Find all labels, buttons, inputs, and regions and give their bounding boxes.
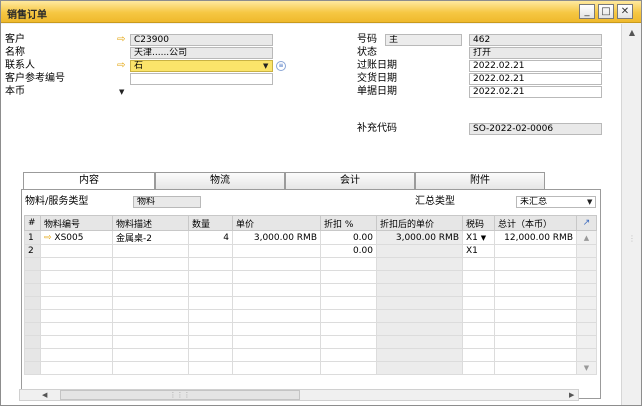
currency-dropdown-icon[interactable]: ▼ xyxy=(119,88,124,96)
col-header-total[interactable]: 总计（本币） xyxy=(494,215,577,231)
table-row-empty[interactable] xyxy=(24,335,597,349)
supplementary-code-label: 补充代码 xyxy=(357,123,397,134)
scroll-up-icon[interactable]: ▲ xyxy=(626,28,638,38)
delivery-date-field[interactable]: 2022.02.21 xyxy=(469,73,602,85)
qty-cell[interactable]: 4 xyxy=(188,230,233,245)
tax-cell[interactable]: X1 xyxy=(462,244,495,258)
price-after-cell[interactable] xyxy=(376,244,463,258)
scroll-right-icon[interactable]: ▶ xyxy=(569,391,574,399)
number-label: 号码 xyxy=(357,34,377,45)
customer-field[interactable]: C23900 xyxy=(130,34,273,46)
summary-type-dropdown-icon[interactable]: ▼ xyxy=(587,198,592,206)
item-no-value: XS005 xyxy=(54,232,84,243)
delivery-date-label: 交货日期 xyxy=(357,73,397,84)
tax-value: X1 xyxy=(466,232,478,243)
col-header-disc[interactable]: 折扣 % xyxy=(320,215,377,231)
name-label: 名称 xyxy=(5,47,25,58)
contact-info-icon[interactable]: ≡ xyxy=(276,61,286,71)
table-row-empty[interactable]: ▼ xyxy=(24,361,597,375)
table-row[interactable]: 2 0.00 X1 xyxy=(24,244,597,258)
summary-type-select[interactable]: 未汇总 xyxy=(516,196,596,208)
item-service-type-label: 物料/服务类型 xyxy=(25,196,89,207)
items-table: # 物料编号 物料描述 数量 单价 折扣 % 折扣后的单价 税码 总计（本币） … xyxy=(24,215,597,375)
col-header-desc[interactable]: 物料描述 xyxy=(112,215,189,231)
disc-cell[interactable]: 0.00 xyxy=(320,230,377,245)
table-row-empty[interactable] xyxy=(24,257,597,271)
scroll-grip-icon[interactable]: ⋮ xyxy=(626,234,638,244)
grid-scroll-down-icon[interactable]: ▼ xyxy=(576,361,597,375)
expand-icon[interactable]: ↗ xyxy=(576,215,597,231)
row-number: 1 xyxy=(24,230,41,245)
vertical-scrollbar[interactable]: ▲ ⋮ xyxy=(621,24,641,405)
col-header-num: # xyxy=(24,215,41,231)
tab-attachments[interactable]: 附件 xyxy=(415,172,545,189)
status-label: 状态 xyxy=(357,47,377,58)
item-link-arrow-icon[interactable]: ⇨ xyxy=(44,233,52,243)
desc-cell[interactable]: 金属桌-2 xyxy=(112,230,189,245)
contact-label: 联系人 xyxy=(5,60,35,71)
maximize-icon[interactable]: □ xyxy=(598,4,614,19)
customer-ref-label: 客户参考编号 xyxy=(5,73,65,84)
customer-label: 客户 xyxy=(5,34,25,45)
col-header-qty[interactable]: 数量 xyxy=(188,215,233,231)
close-icon[interactable]: ✕ xyxy=(617,4,633,19)
item-no-cell[interactable]: ⇨ XS005 xyxy=(40,230,113,245)
item-service-type-field[interactable]: 物料 xyxy=(133,196,201,208)
series-field[interactable]: 主 xyxy=(385,34,462,46)
status-field: 打开 xyxy=(469,47,602,59)
currency-select[interactable]: 本币 xyxy=(5,86,25,98)
contact-field[interactable]: 石 xyxy=(130,60,273,72)
price-after-cell[interactable]: 3,000.00 RMB xyxy=(376,230,463,245)
horizontal-scrollbar[interactable]: ◀ ⋮⋮⋮ ▶ xyxy=(19,389,579,401)
contents-panel: 物料/服务类型 物料 汇总类型 未汇总 ▼ # 物料编号 物料描述 数量 单价 … xyxy=(21,189,601,399)
col-header-price[interactable]: 单价 xyxy=(232,215,321,231)
scroll-left-icon[interactable]: ◀ xyxy=(42,391,47,399)
supplementary-code-field[interactable]: SO-2022-02-0006 xyxy=(469,123,602,135)
table-header-row: # 物料编号 物料描述 数量 单价 折扣 % 折扣后的单价 税码 总计（本币） … xyxy=(24,215,597,231)
price-cell[interactable] xyxy=(232,244,321,258)
row-number: 2 xyxy=(24,244,41,258)
table-row-empty[interactable] xyxy=(24,348,597,362)
table-row-empty[interactable] xyxy=(24,296,597,310)
grid-scroll-up-icon[interactable]: ▲ xyxy=(576,230,597,245)
col-header-price-after[interactable]: 折扣后的单价 xyxy=(376,215,463,231)
col-header-tax[interactable]: 税码 xyxy=(462,215,495,231)
tax-dropdown-icon[interactable]: ▼ xyxy=(481,234,486,242)
customer-link-arrow-icon[interactable]: ⇨ xyxy=(117,34,125,46)
title-bar[interactable]: 销售订单 _ □ ✕ xyxy=(1,1,641,23)
window-title: 销售订单 xyxy=(7,10,47,21)
col-header-item-no[interactable]: 物料编号 xyxy=(40,215,113,231)
number-field[interactable]: 462 xyxy=(469,34,602,46)
item-no-cell[interactable] xyxy=(40,244,113,258)
contact-dropdown-icon[interactable]: ▼ xyxy=(263,62,268,70)
contact-link-arrow-icon[interactable]: ⇨ xyxy=(117,60,125,72)
total-cell[interactable] xyxy=(494,244,577,258)
posting-date-label: 过账日期 xyxy=(357,60,397,71)
table-row-empty[interactable] xyxy=(24,270,597,284)
document-date-label: 单据日期 xyxy=(357,86,397,97)
tab-bar: 内容 物流 会计 附件 xyxy=(23,172,599,190)
table-row-empty[interactable] xyxy=(24,309,597,323)
document-date-field[interactable]: 2022.02.21 xyxy=(469,86,602,98)
disc-cell[interactable]: 0.00 xyxy=(320,244,377,258)
desc-cell[interactable] xyxy=(112,244,189,258)
tab-contents[interactable]: 内容 xyxy=(23,172,155,190)
tab-accounting[interactable]: 会计 xyxy=(285,172,415,189)
table-row-empty[interactable] xyxy=(24,322,597,336)
total-cell[interactable]: 12,000.00 RMB xyxy=(494,230,577,245)
customer-ref-field[interactable] xyxy=(130,73,273,85)
qty-cell[interactable] xyxy=(188,244,233,258)
scroll-thumb[interactable]: ⋮⋮⋮ xyxy=(60,390,300,400)
tab-logistics[interactable]: 物流 xyxy=(155,172,285,189)
name-field[interactable]: 天津......公司 xyxy=(130,47,273,59)
tax-cell[interactable]: X1 ▼ xyxy=(462,230,495,245)
minimize-icon[interactable]: _ xyxy=(579,4,595,19)
price-cell[interactable]: 3,000.00 RMB xyxy=(232,230,321,245)
grid-scroll-track[interactable] xyxy=(576,244,597,258)
table-row-empty[interactable] xyxy=(24,283,597,297)
table-row[interactable]: 1 ⇨ XS005 金属桌-2 4 3,000.00 RMB 0.00 3,00… xyxy=(24,230,597,245)
sales-order-window: 销售订单 _ □ ✕ 客户 ⇨ C23900 名称 天津......公司 联系人… xyxy=(0,0,642,406)
summary-type-label: 汇总类型 xyxy=(415,196,455,207)
posting-date-field[interactable]: 2022.02.21 xyxy=(469,60,602,72)
